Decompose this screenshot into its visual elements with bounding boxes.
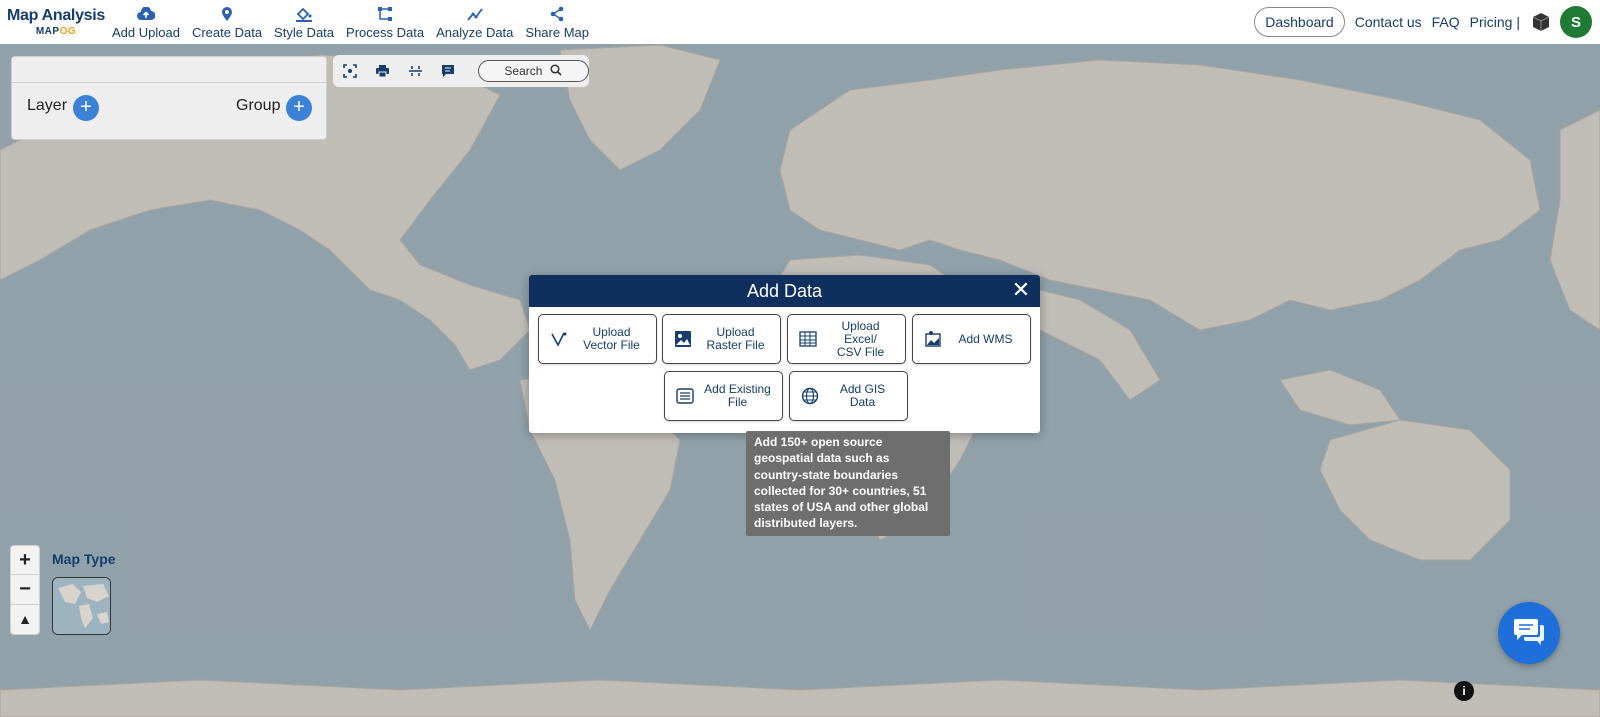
nav-share-map-label: Share Map (525, 24, 589, 40)
analyze-icon (466, 5, 484, 23)
nav-process-data-label: Process Data (346, 24, 425, 40)
layer-label: Layer (27, 97, 68, 114)
add-group-button[interactable]: + (286, 95, 312, 121)
nav-analyze-data-label: Analyze Data (436, 24, 514, 40)
nav-create-data[interactable]: Create Data (186, 0, 268, 44)
nav-style-data-label: Style Data (274, 24, 335, 40)
layer-panel-divider (12, 82, 326, 83)
vector-icon (549, 329, 569, 349)
nav-create-data-label: Create Data (191, 24, 263, 40)
layer-panel: Layer + Group + (11, 56, 327, 140)
zoom-controls: + − ▲ (10, 545, 40, 635)
map-toolbar: Search (333, 55, 589, 87)
search-box[interactable]: Search (477, 60, 589, 82)
add-data-modal: Add Data ✕ Upload Vector File Upload Raste… (529, 275, 1040, 433)
modal-title: Add Data (746, 280, 823, 301)
dashboard-button[interactable]: Dashboard (1254, 7, 1345, 37)
map-pin-icon (218, 5, 236, 23)
upload-excel-csv-label: Upload Excel/CSV File (836, 318, 885, 359)
top-navbar: Map Analysis MAPOG Add Upload Create Dat… (0, 0, 1600, 44)
tooltip-line: Add 150+ open source (754, 435, 883, 449)
nav-share-map[interactable]: Share Map (519, 0, 595, 44)
database-icon (675, 386, 695, 406)
upload-raster-file-label: Upload Raster File (706, 325, 765, 352)
add-layer-button[interactable]: + (73, 95, 99, 121)
nav-process-data[interactable]: Process Data (340, 0, 430, 44)
zoom-in-button[interactable]: + (11, 546, 39, 576)
nav-analyze-data[interactable]: Analyze Data (430, 0, 519, 44)
fullscreen-icon[interactable] (341, 62, 359, 80)
contact-link[interactable]: Contact us (1355, 14, 1422, 30)
reset-north-button[interactable]: ▲ (11, 605, 39, 634)
info-button[interactable]: i (1454, 681, 1474, 701)
upload-vector-file-button[interactable]: Upload Vector File (538, 314, 657, 364)
globe-icon (800, 386, 820, 406)
process-icon (376, 5, 394, 23)
tooltip-line: distributed layers. (754, 516, 858, 531)
chat-button[interactable] (1498, 602, 1560, 664)
upload-vector-file-label: Upload Vector File (583, 325, 640, 352)
raster-image-icon (673, 329, 693, 349)
nav-right-group: Dashboard Contact us FAQ Pricing | S (1254, 0, 1600, 44)
cloud-upload-icon (136, 5, 155, 23)
modal-header: Add Data ✕ (529, 275, 1040, 307)
add-existing-file-label: Add Existing File (704, 382, 771, 409)
spreadsheet-icon (798, 329, 818, 349)
search-label: Search (504, 64, 543, 78)
map-type-thumbnail[interactable] (52, 577, 111, 635)
tooltip-line: states of USA and other global (754, 500, 929, 515)
print-icon[interactable] (374, 62, 392, 80)
map-thumbnail-image (53, 578, 110, 634)
upload-raster-file-button[interactable]: Upload Raster File (662, 314, 781, 364)
add-wms-label: Add WMS (958, 331, 1013, 346)
tooltip-line: geospatial data such as (754, 451, 890, 466)
share-icon (548, 5, 566, 23)
nav-style-data[interactable]: Style Data (268, 0, 340, 44)
add-existing-file-button[interactable]: Add Existing File (664, 371, 783, 421)
paint-bucket-icon (295, 5, 313, 23)
cube-icon[interactable] (1530, 11, 1552, 33)
brand-subtitle: MAPOG (35, 26, 77, 37)
add-gis-data-label: Add GIS Data (839, 382, 886, 409)
group-label: Group (236, 97, 281, 114)
close-icon[interactable]: ✕ (1010, 277, 1032, 302)
chat-icon (1512, 616, 1546, 651)
upload-excel-csv-button[interactable]: Upload Excel/CSV File (787, 314, 906, 364)
nav-add-upload-label: Add Upload (112, 24, 180, 40)
faq-link[interactable]: FAQ (1432, 14, 1460, 30)
comment-icon[interactable] (439, 62, 457, 80)
search-icon (550, 63, 562, 79)
add-wms-button[interactable]: Add WMS (912, 314, 1031, 364)
pricing-link[interactable]: Pricing | (1470, 14, 1520, 30)
wms-icon (923, 329, 943, 349)
tooltip-line: collected for 30+ countries, 51 (754, 483, 927, 498)
map-type-label: Map Type (52, 551, 116, 567)
nav-add-upload[interactable]: Add Upload (106, 0, 186, 44)
measure-icon[interactable] (406, 62, 424, 80)
user-avatar[interactable]: S (1560, 6, 1592, 38)
tooltip-line: country-state boundaries (754, 467, 899, 482)
gis-data-tooltip: Add 150+ open source geospatial data suc… (746, 431, 950, 536)
add-gis-data-button[interactable]: Add GIS Data (789, 371, 908, 421)
brand-logo[interactable]: Map Analysis MAPOG (0, 0, 106, 44)
zoom-out-button[interactable]: − (11, 575, 39, 605)
brand-title: Map Analysis (6, 7, 106, 24)
